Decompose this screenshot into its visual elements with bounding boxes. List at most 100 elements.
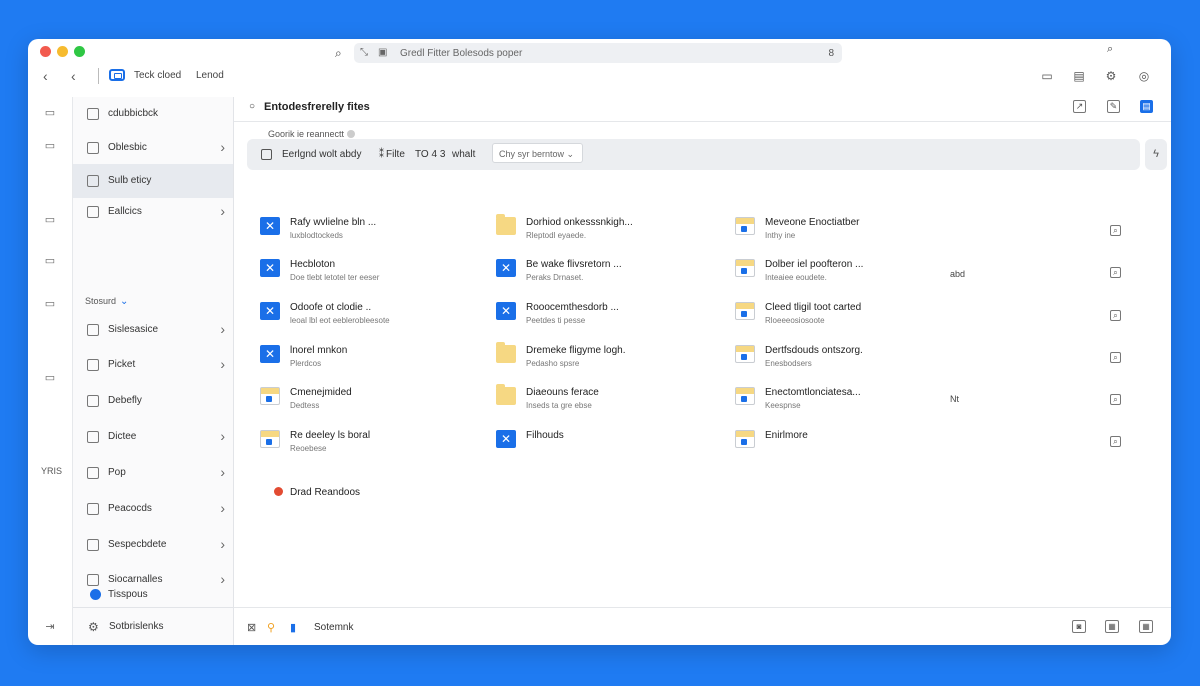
maximize-window-button[interactable] <box>74 46 85 57</box>
file-item[interactable]: Rooocemthesdorb ... Peetdes ti pesse <box>496 302 716 338</box>
file-item[interactable]: Hecbloton Doe tlebt letotel ter eeser <box>260 259 480 295</box>
sidebar-item-oblesbic[interactable]: Oblesbic › <box>73 131 233 165</box>
row-action-icon[interactable]: ⌕ <box>1110 436 1121 447</box>
sidebar-item-cdubbicbck[interactable]: cdubbicbck <box>73 97 233 131</box>
sidebar-item-tisspous[interactable]: Tisspous <box>73 587 233 607</box>
section-label: Stosurd <box>85 296 117 306</box>
file-item[interactable]: Meveone Enoctiatber Inthy ine <box>735 217 955 253</box>
file-name: Dremeke fligyme logh. <box>526 345 626 356</box>
file-item[interactable]: Rafy wvlielne bln ... luxblodtockeds <box>260 217 480 253</box>
chevron-right-icon: › <box>220 536 225 552</box>
sidebar-item-label: cdubbicbck <box>108 108 159 119</box>
row-action-icon[interactable]: ⌕ <box>1110 267 1121 278</box>
chevron-right-icon: › <box>220 203 225 219</box>
file-meta: Peetdes ti pesse <box>526 316 586 325</box>
file-item[interactable]: Cleed tligil toot carted Rloeeeosiosoote <box>735 302 955 338</box>
file-name: Enectomtlonciatesa... <box>765 387 861 398</box>
close-window-button[interactable] <box>40 46 51 57</box>
tag-icon[interactable]: ⊠ <box>247 621 256 634</box>
file-item[interactable]: Cmenejmided Dedtess <box>260 387 480 423</box>
filter-mode[interactable]: whalt <box>452 149 475 160</box>
sidebar-item-dictee[interactable]: Dictee › <box>73 420 233 454</box>
row-action-icon[interactable]: ⌕ <box>1110 394 1121 405</box>
search-icon[interactable]: ⌕ <box>335 46 342 61</box>
sidebar-section-toggle[interactable]: Stosurd ⌄ <box>85 296 128 307</box>
sidebar-item-debefly[interactable]: Debefly <box>73 384 233 418</box>
sidebar-item-peacocds[interactable]: Peacocds › <box>73 492 233 526</box>
chart-icon[interactable]: ▭ <box>42 297 58 311</box>
folder-icon <box>496 384 516 405</box>
back-button[interactable]: ‹ <box>43 68 48 84</box>
file-item[interactable]: Dertfsdouds ontszorg. Enesbodsers <box>735 345 955 381</box>
quick-action-icon[interactable]: ϟ <box>1145 139 1167 170</box>
file-item[interactable]: Dremeke fligyme logh. Pedasho spsre <box>496 342 716 381</box>
chevron-right-icon: › <box>220 428 225 444</box>
camera-icon[interactable]: ◙ <box>1072 620 1086 633</box>
file-item[interactable]: Dorhiod onkesssnkigh... Rleptodl eyaede. <box>496 214 716 253</box>
panel-icon[interactable]: ▭ <box>1039 68 1055 84</box>
file-item[interactable]: Enectomtlonciatesa... Keespnse <box>735 387 955 423</box>
file-item[interactable]: lnorel mnkon Plerdcos <box>260 345 480 381</box>
row-action-icon[interactable]: ⌕ <box>1110 352 1121 363</box>
sidebar-item-picket[interactable]: Picket › <box>73 348 233 382</box>
file-item[interactable]: Filhouds <box>496 430 716 466</box>
sidebar-item-pop[interactable]: Pop › <box>73 456 233 490</box>
minimize-window-button[interactable] <box>57 46 68 57</box>
calendar-icon[interactable]: ▭ <box>42 254 58 268</box>
select-all-checkbox[interactable] <box>261 149 272 160</box>
file-item[interactable]: Enirlmore <box>735 430 955 466</box>
page-title: Entodesfrerelly fites <box>264 101 370 113</box>
row-action-icon[interactable]: ⌕ <box>1110 225 1121 236</box>
file-name: Filhouds <box>526 430 564 441</box>
file-item[interactable]: Diaeouns ferace Inseds ta gre ebse <box>496 384 716 423</box>
file-item[interactable]: Re deeley ls boral Reoebese <box>260 430 480 466</box>
word-doc-icon <box>260 345 280 363</box>
drive-icon[interactable]: ▭ <box>42 213 58 227</box>
word-doc-icon <box>260 259 280 277</box>
search-icon[interactable]: ⌕ <box>1107 43 1113 56</box>
search-bar[interactable]: ⤡ ▣ Gredl Fitter Bolesods poper 8 <box>354 43 842 63</box>
sidebar-settings[interactable]: ⚙ Sotbrislenks <box>73 607 233 645</box>
layout-icon[interactable]: ▣ <box>378 47 387 58</box>
file-item[interactable]: Dolber iel poofteron ... Inteaiee eoudete… <box>735 259 955 295</box>
archive-icon[interactable]: ▭ <box>42 139 58 153</box>
loading-icon <box>347 130 356 138</box>
app-title: Teck cloed <box>134 70 182 81</box>
pinned-item[interactable]: Drad Reandoos <box>274 487 360 498</box>
file-item[interactable]: Odoofe ot clodie .. leoal lbl eot eeblero… <box>260 302 480 338</box>
back-alt-button[interactable]: ‹ <box>71 68 76 84</box>
sidebar-item-sulb-eticy[interactable]: Sulb eticy <box>73 164 233 198</box>
view-toggle-icon[interactable]: ▤ <box>1140 100 1153 113</box>
grid-view-icon[interactable]: ▦ <box>1139 620 1153 633</box>
file-item[interactable]: Be wake flivsretorn ... Peraks Drnaset. <box>496 259 716 295</box>
search-input[interactable]: Gredl Fitter Bolesods poper <box>400 48 522 59</box>
row-action-icon[interactable]: ⌕ <box>1110 310 1121 321</box>
tool-icon[interactable]: ⤡ <box>360 47 368 58</box>
file-meta: Enesbodsers <box>765 359 812 368</box>
sidebar-item-label: Debefly <box>108 395 142 406</box>
share-icon[interactable]: ↗ <box>1073 100 1086 113</box>
device-icon[interactable]: ▭ <box>42 371 58 385</box>
sort-dropdown[interactable]: Chy syr berntow ⌄ <box>492 143 583 163</box>
word-doc-icon <box>260 302 280 320</box>
filter-type[interactable]: Filte <box>386 149 405 160</box>
divider <box>98 68 99 84</box>
file-meta: Rleptodl eyaede. <box>526 231 587 240</box>
file-meta: Plerdcos <box>290 359 322 368</box>
calendar-icon[interactable]: ▦ <box>1105 620 1119 633</box>
doc-icon[interactable]: ▤ <box>1071 68 1087 84</box>
sidebar-item-eallcics[interactable]: Eallcics › <box>73 195 233 229</box>
edit-icon[interactable]: ✎ <box>1107 100 1120 113</box>
settings-icon[interactable]: ⚙ <box>1103 68 1119 84</box>
file-name: Be wake flivsretorn ... <box>526 259 622 270</box>
target-icon[interactable]: ◎ <box>1136 68 1152 84</box>
sidebar-item-sislesasice[interactable]: Sislesasice › <box>73 313 233 347</box>
file-icon <box>735 387 755 405</box>
info-icon[interactable]: ▮ <box>290 621 296 634</box>
expand-icon[interactable]: ⇥ <box>42 620 58 634</box>
left-rail: ▭ ▭ ▭ ▭ ▭ ▭ YRIS ⇥ <box>28 97 73 645</box>
sidebar-item-sespecbdete[interactable]: Sespecbdete › <box>73 528 233 562</box>
inbox-icon[interactable]: ▭ <box>42 106 58 120</box>
search-icon[interactable]: ⚲ <box>267 621 275 634</box>
folder-icon <box>496 214 516 235</box>
